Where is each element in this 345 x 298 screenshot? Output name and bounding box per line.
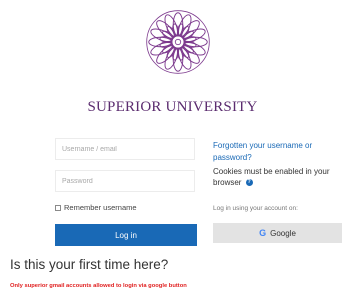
remember-username-label: Remember username (64, 203, 137, 212)
cookies-text: Cookies must be enabled in your browser (213, 167, 330, 187)
university-name: SUPERIOR UNIVERSITY (87, 99, 258, 115)
mandala-flower-logo (146, 10, 210, 74)
remember-username-checkbox[interactable]: Remember username (55, 203, 137, 212)
question-help-icon[interactable]: ? (245, 179, 253, 187)
google-g-icon: G (259, 228, 267, 238)
cookies-notice: Cookies must be enabled in your browser … (213, 166, 341, 188)
username-input[interactable] (55, 138, 195, 160)
forgot-password-link[interactable]: Forgotten your username or password? (213, 140, 338, 163)
google-button-label: Google (270, 228, 296, 238)
password-input[interactable] (55, 170, 195, 192)
account-login-prompt: Log in using your account on: (213, 205, 298, 212)
first-time-heading: Is this your first time here? (10, 257, 169, 272)
google-login-button[interactable]: G Google (213, 223, 342, 243)
google-login-notice: Only superior gmail accounts allowed to … (10, 283, 187, 289)
login-button[interactable]: Log in (55, 224, 197, 246)
checkbox-icon[interactable] (55, 204, 61, 211)
